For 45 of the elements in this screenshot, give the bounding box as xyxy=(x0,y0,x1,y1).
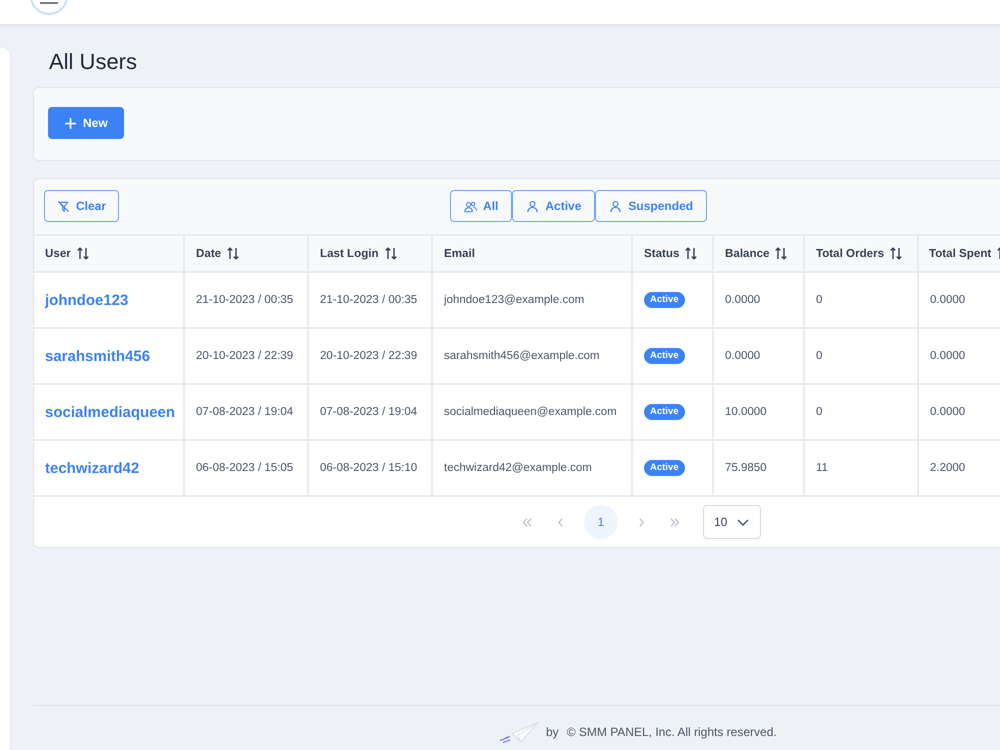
column-title: Balance xyxy=(725,247,770,260)
status-filter-button[interactable]: All xyxy=(450,190,512,222)
sort-icon[interactable] xyxy=(76,247,89,260)
footer-text: by xyxy=(546,724,559,738)
status-filter-button[interactable]: Suspended xyxy=(595,190,708,222)
plus-icon xyxy=(64,116,77,130)
status-badge: Active xyxy=(644,348,685,364)
new-button[interactable]: New xyxy=(48,107,124,139)
username-link[interactable]: techwizard42 xyxy=(45,460,140,476)
column-title: User xyxy=(45,247,71,260)
column-title: Status xyxy=(644,247,680,260)
page-button[interactable]: 1 xyxy=(584,505,618,539)
column-title: Email xyxy=(444,247,475,260)
sort-icon[interactable] xyxy=(775,247,788,260)
funnel-slash-icon xyxy=(57,200,70,212)
username-link[interactable]: johndoe123 xyxy=(45,292,128,308)
copyright-text: © SMM PANEL, Inc. All rights reserved. xyxy=(566,724,777,738)
table-cell: 75.9850 xyxy=(713,440,804,496)
user-icon xyxy=(526,200,540,212)
sort-icon[interactable] xyxy=(685,247,698,260)
status-badge: Active xyxy=(644,460,685,476)
table-cell: 2.2000 xyxy=(918,440,1000,496)
clear-filter-button[interactable]: Clear xyxy=(44,190,120,222)
username-link[interactable]: socialmediaqueen xyxy=(45,404,176,420)
users-icon xyxy=(464,200,478,212)
table-cell: 06-08-2023 / 15:05 xyxy=(184,440,308,496)
status-badge: Active xyxy=(644,292,685,308)
status-filter-button[interactable]: Active xyxy=(512,190,596,222)
page-title: All Users xyxy=(49,49,138,75)
column-title: Last Login xyxy=(320,247,379,260)
table-cell: 06-08-2023 / 15:10 xyxy=(308,440,432,496)
page-size-select[interactable]: 10 xyxy=(703,505,761,539)
column-title: Date xyxy=(196,247,222,260)
chevron-down-icon xyxy=(737,518,749,526)
sort-icon[interactable] xyxy=(227,247,240,260)
user-icon xyxy=(609,200,622,212)
status-badge: Active xyxy=(644,404,685,420)
username-link[interactable]: sarahsmith456 xyxy=(45,348,150,364)
table-cell: techwizard42@example.com xyxy=(432,440,632,496)
table-cell: 11 xyxy=(804,440,918,496)
sort-icon[interactable] xyxy=(384,247,397,260)
paper-plane-icon xyxy=(499,720,539,742)
column-title: Total Spent xyxy=(929,247,992,260)
sort-icon[interactable] xyxy=(890,247,902,260)
column-title: Total Orders xyxy=(816,247,884,260)
